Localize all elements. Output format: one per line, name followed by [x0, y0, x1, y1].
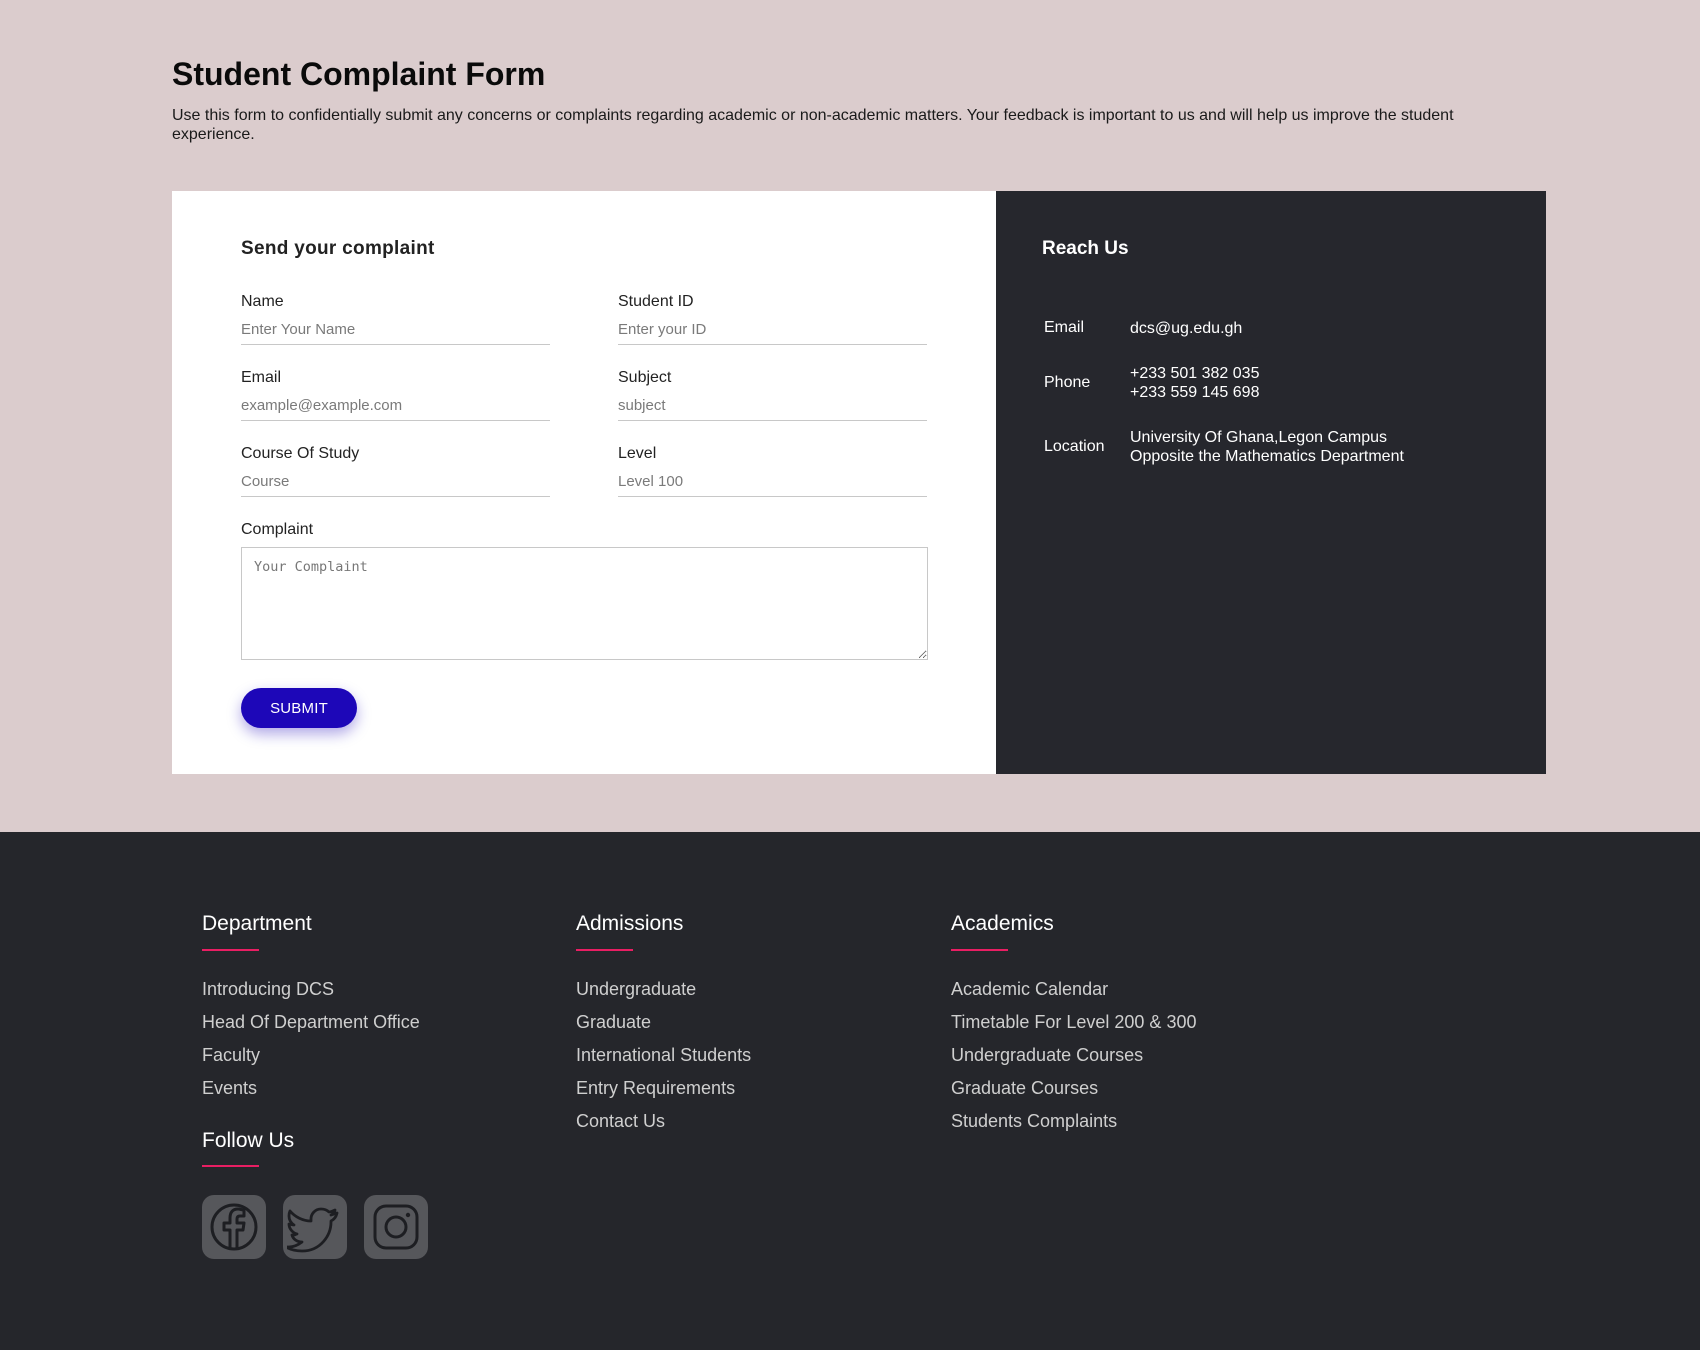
footer-admissions-column: Admissions Undergraduate Graduate Intern… — [576, 912, 751, 1144]
twitter-icon-glyph — [287, 1207, 339, 1253]
footer-link-undergraduate-courses[interactable]: Undergraduate Courses — [951, 1045, 1196, 1078]
course-label: Course Of Study — [241, 445, 360, 462]
reach-us-panel: Reach Us Email dcs@ug.edu.gh Phone +233 … — [996, 191, 1546, 774]
footer-admissions-links: Undergraduate Graduate International Stu… — [576, 979, 751, 1144]
footer-academics-column: Academics Academic Calendar Timetable Fo… — [951, 912, 1196, 1144]
name-input[interactable] — [241, 315, 550, 345]
complaint-form: Send your complaint Name Student ID Emai… — [172, 191, 996, 774]
subject-label: Subject — [618, 369, 672, 386]
footer-link-hod-office[interactable]: Head Of Department Office — [202, 1012, 420, 1045]
footer-link-graduate[interactable]: Graduate — [576, 1012, 751, 1045]
footer-link-graduate-courses[interactable]: Graduate Courses — [951, 1078, 1196, 1111]
page-description: Use this form to confidentially submit a… — [172, 107, 1454, 143]
site-footer: Department Introducing DCS Head Of Depar… — [0, 832, 1700, 1350]
subject-input[interactable] — [618, 391, 927, 421]
complaint-card: Send your complaint Name Student ID Emai… — [172, 191, 1546, 774]
submit-button[interactable]: SUBMIT — [241, 688, 357, 728]
footer-academics-links: Academic Calendar Timetable For Level 20… — [951, 979, 1196, 1144]
footer-department-links: Introducing DCS Head Of Department Offic… — [202, 979, 420, 1111]
follow-us-title: Follow Us — [202, 1129, 295, 1152]
footer-link-academic-calendar[interactable]: Academic Calendar — [951, 979, 1196, 1012]
contact-phone-row: Phone +233 501 382 035 +233 559 145 698 — [1044, 364, 1259, 402]
facebook-icon-glyph — [210, 1203, 258, 1251]
footer-link-introducing-dcs[interactable]: Introducing DCS — [202, 979, 420, 1012]
page-title: Student Complaint Form — [172, 56, 546, 92]
contact-phone-key: Phone — [1044, 374, 1091, 391]
email-label: Email — [241, 369, 282, 386]
contact-phone-1[interactable]: +233 501 382 035 — [1130, 364, 1259, 383]
contact-location-values: University Of Ghana,Legon Campus Opposit… — [1130, 428, 1404, 466]
reach-us-title: Reach Us — [1042, 238, 1129, 259]
level-input[interactable] — [618, 467, 927, 497]
footer-link-contact-us[interactable]: Contact Us — [576, 1111, 751, 1144]
footer-underline — [202, 949, 259, 951]
student-id-field-group: Student ID — [618, 293, 927, 345]
instagram-icon-glyph — [373, 1204, 419, 1250]
contact-phone-2[interactable]: +233 559 145 698 — [1130, 383, 1259, 402]
email-field-group: Email — [241, 369, 550, 421]
footer-department-title: Department — [202, 912, 312, 935]
footer-underline — [576, 949, 633, 951]
complaint-label: Complaint — [241, 521, 314, 538]
contact-email-key: Email — [1044, 319, 1085, 336]
contact-location-row: Location University Of Ghana,Legon Campu… — [1044, 428, 1404, 466]
footer-underline — [951, 949, 1008, 951]
footer-link-events[interactable]: Events — [202, 1078, 420, 1111]
contact-location-key: Location — [1044, 438, 1105, 455]
instagram-icon[interactable] — [364, 1195, 428, 1259]
footer-link-faculty[interactable]: Faculty — [202, 1045, 420, 1078]
complaint-textarea[interactable] — [241, 547, 928, 660]
contact-email-row: Email dcs@ug.edu.gh — [1044, 319, 1242, 338]
page-header-section: Student Complaint Form Use this form to … — [0, 0, 1700, 832]
name-field-group: Name — [241, 293, 550, 345]
footer-academics-title: Academics — [951, 912, 1054, 935]
footer-link-entry-requirements[interactable]: Entry Requirements — [576, 1078, 751, 1111]
contact-email-value[interactable]: dcs@ug.edu.gh — [1130, 319, 1242, 338]
follow-us-section: Follow Us — [202, 1129, 294, 1167]
level-label: Level — [618, 445, 657, 462]
form-heading: Send your complaint — [241, 238, 435, 259]
student-id-label: Student ID — [618, 293, 694, 310]
footer-link-international-students[interactable]: International Students — [576, 1045, 751, 1078]
footer-underline — [202, 1165, 259, 1167]
footer-department-column: Department Introducing DCS Head Of Depar… — [202, 912, 420, 1111]
student-id-input[interactable] — [618, 315, 927, 345]
footer-admissions-title: Admissions — [576, 912, 684, 935]
course-input[interactable] — [241, 467, 550, 497]
contact-location-1: University Of Ghana,Legon Campus — [1130, 429, 1388, 446]
twitter-icon[interactable] — [283, 1195, 347, 1259]
footer-link-undergraduate[interactable]: Undergraduate — [576, 979, 751, 1012]
course-field-group: Course Of Study — [241, 445, 550, 497]
facebook-icon[interactable] — [202, 1195, 266, 1259]
contact-phone-values: +233 501 382 035 +233 559 145 698 — [1130, 364, 1259, 402]
contact-location-2: Opposite the Mathematics Department — [1130, 448, 1404, 465]
name-label: Name — [241, 293, 284, 310]
email-input[interactable] — [241, 391, 550, 421]
footer-link-timetable[interactable]: Timetable For Level 200 & 300 — [951, 1012, 1196, 1045]
social-links — [202, 1195, 428, 1259]
subject-field-group: Subject — [618, 369, 927, 421]
level-field-group: Level — [618, 445, 927, 497]
footer-link-students-complaints[interactable]: Students Complaints — [951, 1111, 1196, 1144]
